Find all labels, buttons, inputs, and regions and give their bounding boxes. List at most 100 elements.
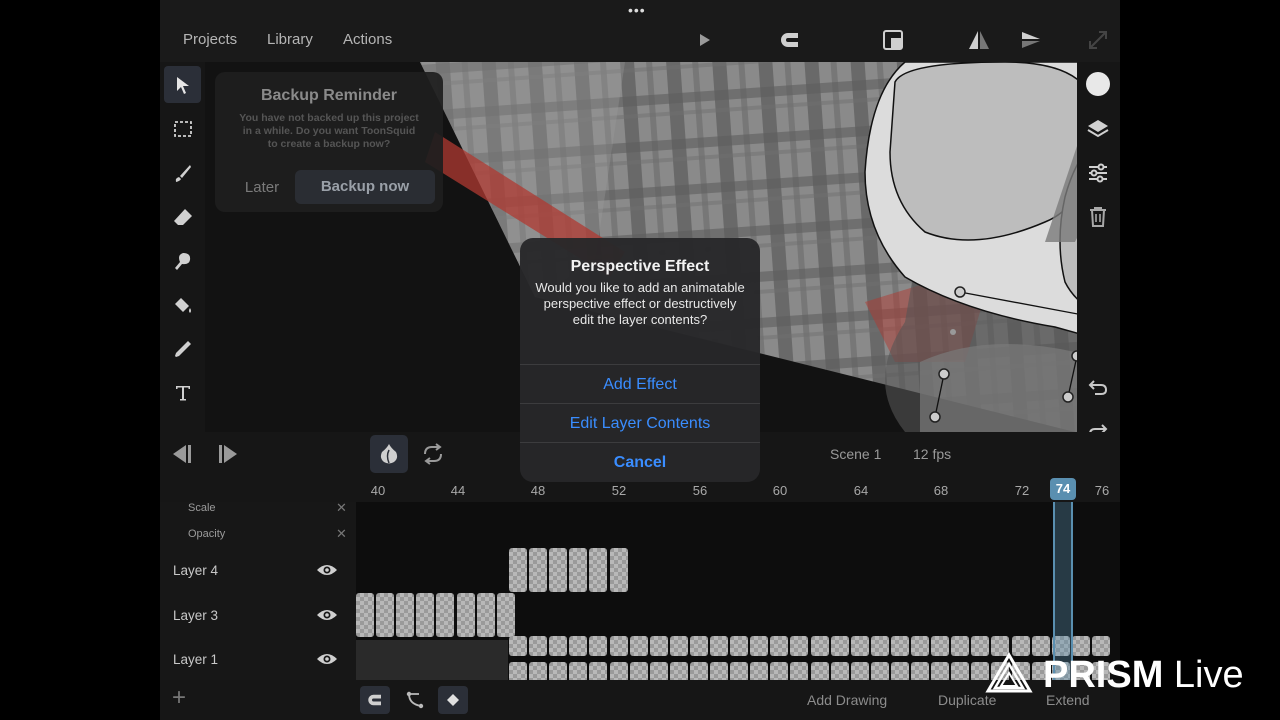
color-swatch[interactable] [1085, 71, 1111, 97]
edit-layer-contents-button[interactable]: Edit Layer Contents [520, 403, 760, 442]
layer-1-name[interactable]: Layer 1 [173, 652, 218, 667]
frame-cell[interactable] [476, 593, 495, 637]
add-effect-button[interactable]: Add Effect [520, 364, 760, 403]
frame-cell[interactable] [870, 662, 889, 680]
frame-cell[interactable] [569, 548, 588, 592]
frame-cell[interactable] [669, 662, 688, 680]
frame-cell[interactable] [569, 662, 588, 680]
frame-cell[interactable] [356, 593, 374, 637]
current-frame-indicator[interactable]: 74 [1050, 478, 1076, 500]
onion-skin-button[interactable] [370, 435, 408, 473]
frame-cell[interactable] [456, 593, 475, 637]
remove-scale-icon[interactable]: ✕ [336, 500, 347, 516]
fps-label[interactable]: 12 fps [913, 446, 951, 462]
play-icon[interactable] [692, 28, 716, 52]
frame-cell[interactable] [509, 548, 527, 592]
remove-opacity-icon[interactable]: ✕ [336, 526, 347, 542]
text-tool[interactable] [164, 374, 201, 411]
frame-cell[interactable] [931, 662, 950, 680]
frame-cell[interactable] [529, 662, 548, 680]
frame-cell[interactable] [436, 593, 455, 637]
next-frame-icon[interactable] [216, 443, 240, 465]
path-button[interactable] [400, 686, 430, 714]
eyedropper-tool[interactable] [164, 330, 201, 367]
layer-4-name[interactable]: Layer 4 [173, 563, 218, 578]
smudge-tool[interactable] [164, 242, 201, 279]
snap-button[interactable] [360, 686, 390, 714]
frame-cell[interactable] [629, 636, 648, 656]
frame-cell[interactable] [649, 636, 668, 656]
frame-cell[interactable] [589, 548, 608, 592]
adjustments-button[interactable] [1085, 160, 1111, 186]
frame-cell[interactable] [509, 636, 527, 656]
frame-cell[interactable] [911, 636, 929, 656]
frame-cell[interactable] [790, 636, 809, 656]
eraser-tool[interactable] [164, 198, 201, 235]
scene-label[interactable]: Scene 1 [830, 446, 881, 462]
frame-cell[interactable] [416, 593, 435, 637]
frame-cell[interactable] [509, 662, 527, 680]
flip-vertical-icon[interactable] [1019, 28, 1043, 52]
magnet-icon[interactable] [778, 28, 802, 52]
property-opacity[interactable]: Opacity [188, 528, 225, 540]
canvas-frame-icon[interactable] [881, 28, 905, 52]
frame-cell[interactable] [850, 636, 869, 656]
frame-cell[interactable] [549, 548, 568, 592]
frame-cell[interactable] [396, 593, 415, 637]
frame-cell[interactable] [890, 636, 909, 656]
undo-button[interactable] [1085, 374, 1111, 400]
frame-cell[interactable] [549, 636, 568, 656]
frame-cell[interactable] [496, 593, 515, 637]
frame-cell[interactable] [730, 636, 749, 656]
frame-cell[interactable] [609, 662, 628, 680]
frame-cell[interactable] [629, 662, 648, 680]
frame-cell[interactable] [529, 548, 548, 592]
layers-button[interactable] [1085, 116, 1111, 142]
frame-cell[interactable] [529, 636, 548, 656]
flip-horizontal-icon[interactable] [967, 28, 991, 52]
frame-cell[interactable] [609, 636, 628, 656]
fullscreen-icon[interactable] [1086, 28, 1110, 52]
add-layer-button[interactable]: + [172, 684, 186, 712]
frame-cell[interactable] [376, 593, 395, 637]
multitask-dots[interactable]: ••• [628, 2, 646, 18]
select-tool[interactable] [164, 66, 201, 103]
frame-cell[interactable] [569, 636, 588, 656]
frame-cell[interactable] [730, 662, 749, 680]
delete-button[interactable] [1085, 204, 1111, 230]
menu-projects[interactable]: Projects [183, 31, 237, 48]
previous-frame-icon[interactable] [170, 443, 194, 465]
frame-cell[interactable] [931, 636, 950, 656]
frame-cell[interactable] [669, 636, 688, 656]
frame-cell[interactable] [890, 662, 909, 680]
loop-icon[interactable] [421, 443, 445, 465]
property-scale[interactable]: Scale [188, 502, 216, 514]
frame-cell[interactable] [810, 662, 829, 680]
marquee-select-tool[interactable] [164, 110, 201, 147]
eye-icon[interactable] [316, 607, 338, 623]
brush-tool[interactable] [164, 154, 201, 191]
frame-cell[interactable] [911, 662, 929, 680]
fill-tool[interactable] [164, 286, 201, 323]
frame-cell[interactable] [790, 662, 809, 680]
frame-cell[interactable] [750, 662, 769, 680]
frame-cell[interactable] [649, 662, 668, 680]
cancel-button[interactable]: Cancel [520, 442, 760, 481]
eye-icon[interactable] [316, 562, 338, 578]
frame-cell[interactable] [689, 636, 708, 656]
frame-cell[interactable] [589, 662, 608, 680]
frame-cell[interactable] [850, 662, 869, 680]
frame-cell[interactable] [710, 636, 728, 656]
backup-now-button[interactable]: Backup now [295, 170, 435, 204]
menu-actions[interactable]: Actions [343, 31, 392, 48]
frame-cell[interactable] [830, 662, 849, 680]
frame-cell[interactable] [689, 662, 708, 680]
eye-icon[interactable] [316, 651, 338, 667]
later-button[interactable]: Later [227, 171, 297, 204]
frame-cell[interactable] [770, 662, 789, 680]
add-drawing-button[interactable]: Add Drawing [807, 692, 887, 708]
layer-3-name[interactable]: Layer 3 [173, 608, 218, 623]
frame-cell[interactable] [951, 662, 970, 680]
frame-cell[interactable] [951, 636, 970, 656]
frame-cell[interactable] [710, 662, 728, 680]
